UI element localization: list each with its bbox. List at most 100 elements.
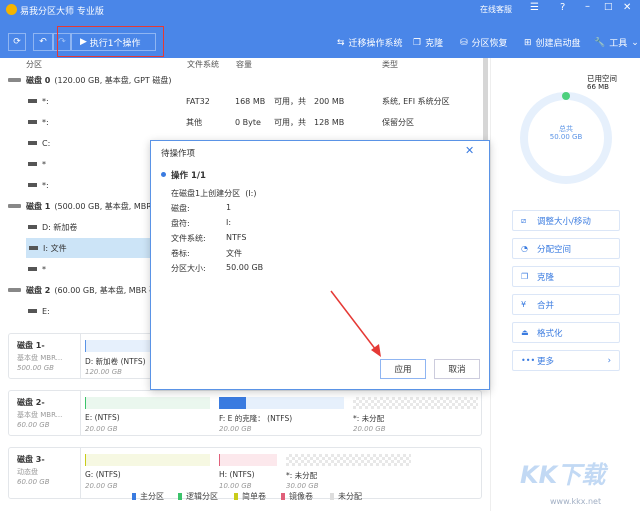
legend-swatch	[132, 493, 136, 500]
apply-button[interactable]: 应用	[380, 359, 426, 379]
operation-field: 分区大小: 50.00 GB	[171, 263, 263, 274]
partition-type: 系统, EFI 系统分区	[382, 96, 450, 106]
partition-label: *: 未分配	[353, 414, 385, 423]
donut-used-marker	[562, 92, 570, 100]
partition-label: E:	[42, 306, 50, 316]
partition-size: 120.00 GB	[85, 368, 122, 376]
partition-label: I: 文件	[43, 243, 67, 253]
field-value: 文件	[226, 249, 242, 258]
field-key: 分区大小:	[171, 264, 206, 273]
annotation-arrow	[330, 290, 381, 357]
wrench-icon: 🔧	[594, 37, 606, 48]
disk-card-name: 磁盘 2-	[17, 398, 45, 407]
partition-icon	[28, 225, 37, 229]
create-boot-button[interactable]: ⊞ 创建启动盘	[524, 36, 581, 50]
partition-size: 10.00 GB	[219, 482, 252, 490]
partition-fs: 其他	[186, 117, 202, 127]
minimize-icon[interactable]: –	[585, 1, 590, 12]
partition-bar[interactable]	[353, 397, 478, 409]
disk-icon	[8, 204, 21, 208]
disk-card-info: 磁盘 1- 基本盘 MBR... 500.00 GB	[9, 334, 81, 378]
partition-label: *:	[42, 96, 49, 106]
disk-card-name: 磁盘 3-	[17, 455, 45, 464]
clone-icon: ❐	[521, 272, 529, 281]
partition-bar[interactable]	[286, 454, 411, 466]
field-key: 盘符:	[171, 219, 190, 228]
disk-card-size: 60.00 GB	[17, 421, 50, 429]
legend-label: 镜像卷	[289, 492, 313, 501]
watermark-logo: KK下载	[520, 461, 606, 489]
tools-label: 工具	[609, 39, 628, 49]
partition-row[interactable]: I: 文件	[26, 238, 150, 258]
partition-icon	[29, 246, 38, 250]
help-icon[interactable]: ?	[560, 2, 565, 13]
disk-card[interactable]: 磁盘 2- 基本盘 MBR... 60.00 GB E: (NTFS) 20.00 GB…	[8, 390, 482, 436]
column-header-partition[interactable]: 分区	[26, 59, 42, 70]
partition-label: *:	[42, 180, 49, 190]
disk-desc: (60.00 GB, 基本盘, MBR 磁	[54, 285, 158, 295]
bullet-icon	[161, 172, 166, 177]
partition-row[interactable]: *: FAT32 168 MB 可用，共 200 MB 系统, EFI 系统分区	[0, 91, 480, 111]
partition-label: E: (NTFS)	[85, 413, 120, 422]
operation-title: 操作 1/1	[171, 171, 206, 181]
operation-field: 卷标: 文件	[171, 248, 242, 259]
action-button-resize[interactable]: ⧄ 调整大小/移动	[512, 210, 620, 231]
partition-icon	[28, 99, 37, 103]
disk-label: 磁盘 1	[26, 201, 51, 211]
disk-icon	[8, 288, 21, 292]
partition-type: 保留分区	[382, 117, 414, 127]
undo-button[interactable]: ↶	[33, 33, 53, 51]
partition-row[interactable]: *: 其他 0 Byte 可用，共 128 MB 保留分区	[0, 112, 480, 132]
disk-row[interactable]: 磁盘 0 (120.00 GB, 基本盘, GPT 磁盘)	[0, 70, 480, 90]
partition-total: 128 MB	[314, 117, 345, 127]
recovery-icon: ⛁	[460, 37, 468, 48]
legend-label: 主分区	[140, 492, 164, 501]
legend-label: 逻辑分区	[186, 492, 218, 501]
cancel-button[interactable]: 取消	[434, 359, 480, 379]
column-header-type[interactable]: 类型	[382, 59, 398, 70]
top-bar: 易我分区大师 专业版 在线客服 ☰ ? – □ ✕ ⟳ ↶ ↷ ▶ 执行1个操作…	[0, 0, 640, 58]
dialog-close-icon[interactable]: ✕	[465, 144, 474, 157]
operation-field: 盘符: I:	[171, 218, 231, 229]
partition-used-fill	[220, 397, 246, 409]
partition-label: F: E 的克隆： (NTFS)	[219, 414, 293, 423]
partition-icon	[28, 309, 37, 313]
close-icon[interactable]: ✕	[623, 2, 631, 13]
legend-label: 未分配	[338, 492, 362, 501]
refresh-button[interactable]: ⟳	[8, 33, 26, 51]
action-button-merge[interactable]: ¥ 合并	[512, 294, 620, 315]
action-button-pie-chart[interactable]: ◔ 分配空间	[512, 238, 620, 259]
partition-bar[interactable]	[85, 454, 210, 466]
partition-bar[interactable]	[85, 397, 210, 409]
partition-label: D: 新加卷	[42, 222, 78, 232]
watermark-url: www.kkx.net	[550, 497, 602, 506]
partition-name: *:	[28, 97, 49, 106]
partition-used: 168 MB	[235, 96, 266, 106]
disk-card-size: 60.00 GB	[17, 478, 50, 486]
action-button-clone[interactable]: ❐ 克隆	[512, 266, 620, 287]
field-key: 卷标:	[171, 249, 190, 258]
partition-bar[interactable]	[219, 397, 344, 409]
maximize-icon[interactable]: □	[604, 2, 613, 12]
partition-bar[interactable]	[219, 454, 277, 466]
column-header-filesystem[interactable]: 文件系统	[187, 59, 219, 70]
resize-icon: ⧄	[521, 215, 527, 225]
legend-item: 镜像卷	[281, 491, 313, 502]
migrate-os-button[interactable]: ⇆ 迁移操作系统	[337, 36, 403, 50]
disk-icon	[8, 78, 21, 82]
clone-button[interactable]: ❐ 克隆	[413, 36, 443, 50]
partition-recovery-button[interactable]: ⛁ 分区恢复	[460, 36, 508, 50]
tools-button[interactable]: 🔧 工具 ⌄	[594, 36, 639, 50]
disk-desc: (500.00 GB, 基本盘, MBR 磁	[54, 201, 163, 211]
pending-operations-dialog: 待操作项 ✕ 操作 1/1 在磁盘1上创建分区 (I:) 磁盘: 1 盘符: I: 文件…	[150, 140, 490, 390]
action-button-format[interactable]: ⏏ 格式化	[512, 322, 620, 343]
legend-swatch	[234, 493, 238, 500]
partition-fs: FAT32	[186, 96, 210, 106]
online-service-link[interactable]: 在线客服	[480, 4, 512, 15]
partition-label: G: (NTFS)	[85, 470, 121, 479]
action-label: 合并	[537, 300, 555, 311]
action-button-more[interactable]: ••• 更多 ›	[512, 350, 620, 371]
column-header-capacity[interactable]: 容量	[236, 59, 252, 70]
menu-icon[interactable]: ☰	[530, 2, 539, 13]
app-logo-icon	[6, 4, 17, 15]
